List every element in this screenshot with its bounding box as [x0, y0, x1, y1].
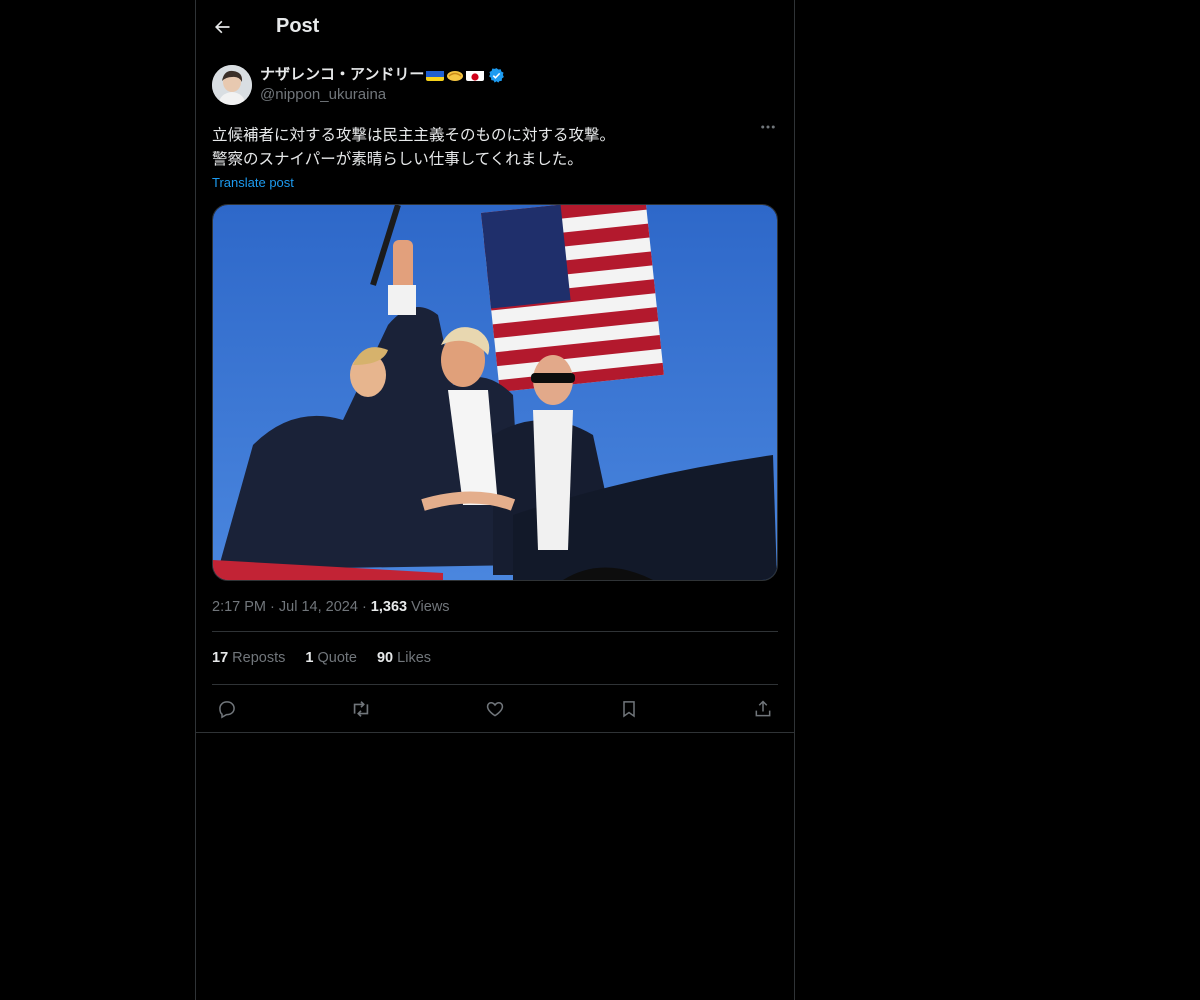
avatar-image	[212, 65, 252, 105]
post-meta: 2:17 PM · Jul 14, 2024 · 1,363 Views	[212, 599, 778, 632]
ukraine-flag-icon	[426, 69, 445, 81]
arrow-left-icon	[215, 20, 230, 33]
photo-rally-with-flag	[213, 205, 777, 580]
share-button[interactable]	[752, 698, 774, 720]
post-time[interactable]: 2:17 PM	[212, 599, 266, 615]
page-header: Post	[196, 0, 794, 53]
post-stats: 17 Reposts 1 Quote 90 Likes	[212, 632, 778, 685]
post: ナザレンコ・アンドリー @nippon_ukuraina 立候補者に対する攻撃は…	[196, 53, 794, 733]
repost-icon	[353, 700, 369, 717]
quotes-count: 1	[305, 650, 314, 666]
bookmark-button[interactable]	[618, 698, 640, 720]
post-detail-column: Post ナザレンコ・アンドリー @nippon_ukuraina 立候補者に対…	[195, 0, 795, 1000]
like-button[interactable]	[484, 698, 506, 720]
back-button[interactable]	[204, 9, 240, 45]
reposts-label: Reposts	[232, 650, 286, 666]
share-icon	[755, 699, 771, 716]
repost-button[interactable]	[350, 698, 372, 720]
quotes-label: Quote	[317, 650, 357, 666]
views-count: 1,363	[370, 599, 408, 615]
author-row: ナザレンコ・アンドリー @nippon_ukuraina	[212, 53, 778, 105]
views-label: Views	[411, 599, 450, 615]
page-title: Post	[276, 15, 320, 37]
more-horizontal-icon	[761, 125, 775, 129]
meta-separator: ·	[361, 599, 371, 615]
post-text: 立候補者に対する攻撃は民主主義そのものに対する攻撃。 警察のスナイパーが素晴らし…	[212, 126, 616, 168]
reply-icon	[219, 700, 235, 718]
heart-icon	[486, 701, 504, 717]
likes-stat[interactable]: 90 Likes	[377, 650, 431, 666]
post-actions	[196, 685, 794, 733]
translate-post-link[interactable]: Translate post	[212, 175, 294, 190]
reposts-stat[interactable]: 17 Reposts	[212, 650, 285, 666]
author-name[interactable]: ナザレンコ・アンドリー	[260, 65, 424, 85]
reply-button[interactable]	[216, 698, 238, 720]
post-date[interactable]: Jul 14, 2024	[279, 599, 358, 615]
reposts-count: 17	[212, 650, 229, 666]
author-name-line: ナザレンコ・アンドリー	[260, 65, 505, 85]
avatar[interactable]	[212, 65, 252, 105]
quotes-stat[interactable]: 1 Quote	[305, 650, 357, 666]
verified-badge-icon	[488, 67, 505, 84]
handshake-icon	[446, 68, 464, 82]
japan-flag-icon	[466, 69, 485, 81]
meta-separator: ·	[270, 599, 279, 615]
author-handle[interactable]: @nippon_ukuraina	[260, 85, 505, 105]
likes-count: 90	[376, 650, 394, 666]
likes-label: Likes	[397, 650, 432, 666]
author-info: ナザレンコ・アンドリー @nippon_ukuraina	[260, 65, 505, 105]
post-image[interactable]	[212, 204, 778, 581]
more-button[interactable]	[758, 117, 778, 137]
bookmark-icon	[623, 700, 635, 718]
